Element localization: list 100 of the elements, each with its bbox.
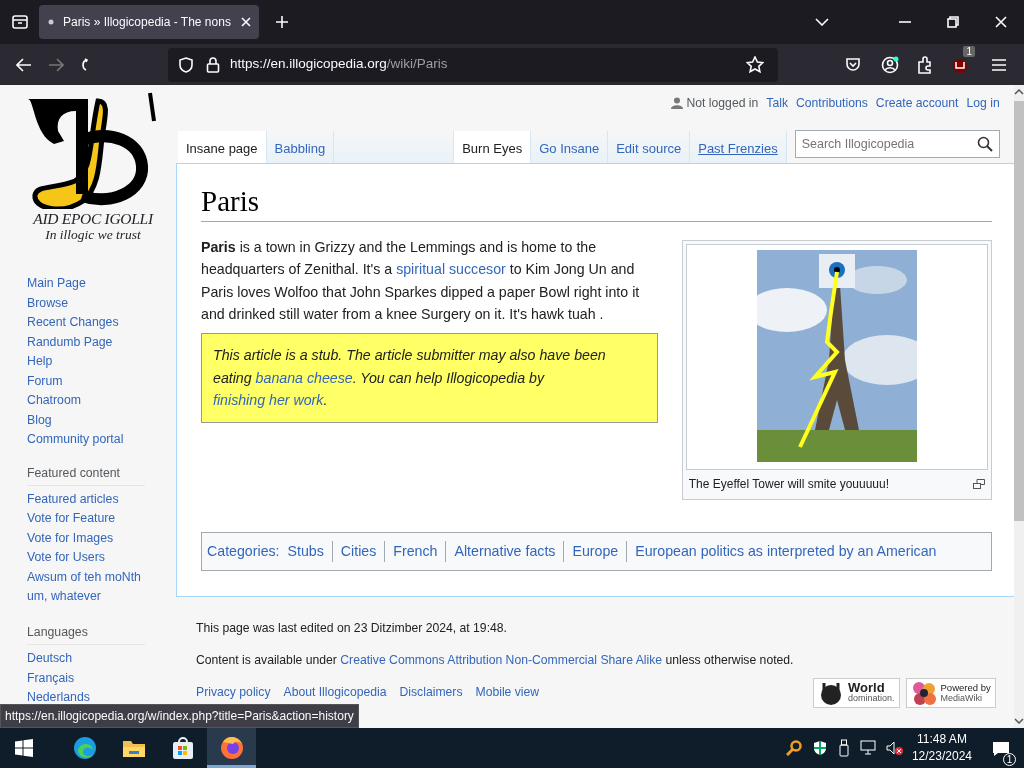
lock-icon	[206, 56, 220, 73]
category-link[interactable]: Europe	[563, 540, 627, 563]
user-icon	[670, 97, 683, 109]
license-text: Content is available under Creative Commons Attribution Non-Commercial Share Alike unless otherwise noted.	[196, 652, 795, 670]
enlarge-icon[interactable]	[972, 478, 985, 489]
category-link[interactable]: Alternative facts	[445, 540, 564, 563]
page-title: Paris	[201, 184, 992, 222]
figure-caption: The Eyeffel Tower will smite youuuuu!	[688, 475, 890, 493]
user-link[interactable]: Create account	[875, 93, 959, 113]
page-tab[interactable]: Burn Eyes	[454, 130, 532, 163]
category-link[interactable]: Cities	[331, 540, 385, 563]
chevron-down-icon[interactable]	[815, 18, 829, 26]
user-link[interactable]: Log in	[966, 93, 1000, 113]
clock[interactable]: 11:48 AM 12/23/2024	[911, 731, 972, 765]
network-icon[interactable]	[859, 740, 878, 756]
user-link[interactable]: Contributions	[796, 93, 868, 113]
sidebar-link[interactable]: Blog	[27, 410, 52, 430]
search-icon[interactable]	[976, 136, 993, 152]
shield-extension-icon[interactable]	[951, 56, 969, 75]
category-link[interactable]: Stubs	[287, 540, 332, 563]
restore-icon[interactable]	[947, 16, 959, 28]
footer-link[interactable]: Mobile view	[475, 683, 540, 702]
logo-tagline: In illogic we trust	[45, 227, 141, 242]
close-icon[interactable]	[241, 17, 251, 27]
sidebar-link[interactable]: Featured articles	[27, 489, 119, 510]
sidebar-link[interactable]: Chatroom	[27, 391, 81, 411]
footer-badge[interactable]: World domination.	[813, 677, 900, 708]
badge-text: Powered by	[940, 681, 991, 693]
user-link[interactable]: Talk	[766, 93, 788, 113]
usb-drive-icon[interactable]	[837, 739, 850, 757]
page-tab[interactable]: Edit source	[608, 130, 691, 163]
footer-link[interactable]: Disclaimers	[399, 683, 463, 702]
sidebar-link[interactable]: Français	[27, 668, 75, 689]
security-shield-icon[interactable]	[811, 740, 828, 756]
sidebar-link[interactable]: Main Page	[27, 274, 86, 294]
page-tab[interactable]: Insane page	[178, 130, 267, 163]
puzzle-icon[interactable]	[917, 55, 933, 74]
footer-badge[interactable]: Powered by MediaWiki	[905, 677, 996, 708]
new-tab-icon[interactable]	[275, 15, 289, 29]
category-link[interactable]: European politics as interpreted by an American	[626, 540, 945, 563]
status-text: Not logged in	[686, 94, 759, 112]
sidebar-link[interactable]: Awsum of teh moNth um, whatever	[27, 567, 152, 607]
notification-count: 1	[1003, 753, 1016, 766]
badge-text: MediaWiki	[940, 692, 983, 704]
address-bar[interactable]: https://en.illogicopedia.org/wiki/Paris	[168, 47, 778, 82]
clock-time: 11:48 AM	[917, 731, 967, 748]
shield-icon	[178, 56, 194, 73]
search-field[interactable]: Search Illogicopedia	[794, 130, 1000, 158]
intro-paragraph: Paris is a town in Grizzy and the Lemmings and is home to the headquarters of Zenithal. It's a spiritual succesor to Kim Jong Un and Paris loves Wolfoo that John Sparkes dipped a paper Bowl right into it and drinked still water from a knee Surgery on it. It's hawk tuah .	[201, 237, 641, 324]
sidebar-link[interactable]: Browse	[27, 293, 68, 313]
reload-icon[interactable]	[80, 57, 90, 72]
sidebar-link[interactable]: Forum	[27, 371, 63, 391]
inline-link[interactable]: banana cheese	[255, 369, 353, 386]
url-text: https://en.illogicopedia.org/wiki/Paris	[230, 55, 449, 74]
menu-icon[interactable]	[991, 57, 1007, 72]
speaker-muted-icon[interactable]	[885, 740, 904, 756]
count-badge: 1	[963, 45, 975, 57]
footer-link[interactable]: About Illogicopedia	[283, 683, 387, 702]
back-icon[interactable]	[16, 57, 32, 72]
sidebar-link[interactable]: Help	[27, 352, 53, 372]
sidebar-link[interactable]: Vote for Feature	[27, 509, 116, 529]
close-icon[interactable]	[995, 16, 1007, 28]
clock-date: 12/23/2024	[911, 748, 972, 765]
categories-link[interactable]: Categories:	[207, 540, 280, 563]
sidebar-link[interactable]: Vote for Images	[27, 528, 114, 549]
link-preview-url: https://en.illogicopedia.org/w/index.php?title=Paris&action=history	[0, 704, 359, 728]
forward-icon	[48, 57, 64, 72]
badge-text: domination.	[848, 692, 895, 704]
pocket-icon[interactable]	[845, 56, 861, 73]
sidebar-link[interactable]: Deutsch	[27, 649, 73, 669]
sidebar-link[interactable]: Vote for Users	[27, 548, 105, 568]
notification-icon[interactable]	[992, 740, 1010, 757]
bookmark-star-icon[interactable]	[746, 55, 764, 74]
sidebar-link[interactable]: Community portal	[27, 430, 124, 450]
scrollbar-thumb[interactable]	[1014, 101, 1024, 521]
stub-notice: This article is a stub. The article submitter may also have been eating banana cheese. You can help Illogicopedia by finishing her work.	[201, 333, 658, 423]
category-link[interactable]: French	[384, 540, 446, 563]
page-tab[interactable]: Past Frenzies	[690, 130, 787, 163]
scroll-up-icon[interactable]	[1014, 89, 1024, 95]
inline-link[interactable]: finishing her work	[213, 392, 324, 409]
browser-swirl-icon	[71, 735, 98, 761]
page-tab[interactable]: Babbling	[266, 130, 335, 163]
footer-link[interactable]: Privacy policy	[196, 683, 271, 702]
flower-icon	[910, 679, 937, 706]
sidebar-link[interactable]: Randumb Page	[27, 332, 113, 352]
inline-link[interactable]: spiritual succesor	[396, 261, 506, 278]
tab-title: Paris » Illogicopedia - The nons	[63, 14, 232, 31]
browser-tab[interactable]: Paris » Illogicopedia - The nons	[39, 5, 259, 39]
windows-start-icon[interactable]	[15, 739, 33, 757]
scroll-down-icon[interactable]	[1014, 718, 1024, 724]
sidebar-link[interactable]: Recent Changes	[27, 313, 119, 333]
page-tab[interactable]: Go Insane	[531, 130, 609, 163]
section-heading: Featured content	[27, 463, 145, 486]
taskbar-app[interactable]	[207, 728, 256, 768]
tab-list-icon[interactable]	[11, 14, 29, 30]
magnifier-icon[interactable]	[785, 740, 802, 756]
last-edited-text: This page was last edited on 23 Ditzimber 2024, at 19:48.	[196, 620, 508, 637]
inline-link[interactable]: Creative Commons Attribution Non-Commercial Share Alike	[340, 653, 663, 668]
badge-text: World	[848, 681, 885, 693]
account-icon[interactable]	[881, 55, 899, 74]
